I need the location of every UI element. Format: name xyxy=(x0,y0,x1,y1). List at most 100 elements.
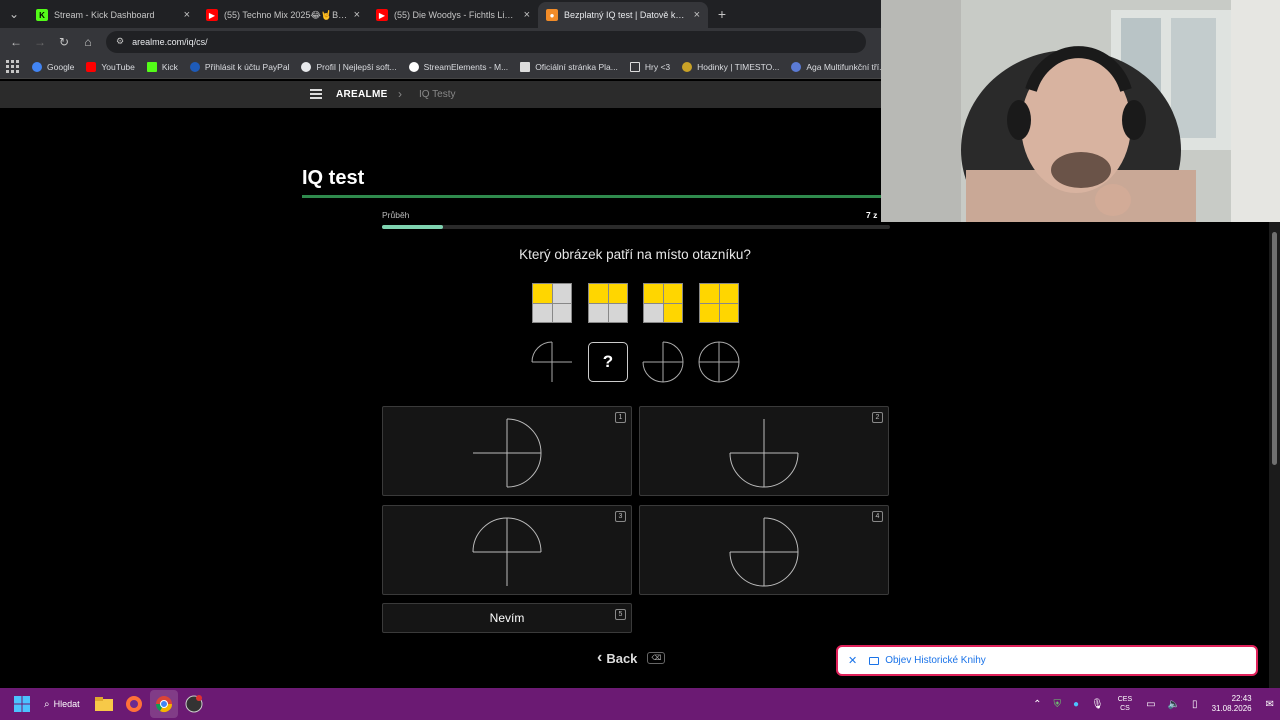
network-icon[interactable]: ▭ xyxy=(1146,699,1155,710)
tile-cell xyxy=(552,284,571,303)
bookmark-item[interactable]: Oficiální stránka Pla... xyxy=(520,61,618,72)
kick-icon xyxy=(146,61,157,72)
backspace-key-hint: ⌫ xyxy=(647,652,666,664)
windows-taskbar: ⌕ Hledat ⌃ ⛨ ● 🎙 CES CS ▭ 🔈 ▯ 22:43 31.0… xyxy=(0,688,1280,720)
hamburger-menu-icon[interactable] xyxy=(310,89,322,99)
bookmark-label: Hodinky | TIMESTO... xyxy=(697,61,780,72)
page-scrollbar[interactable] xyxy=(1269,222,1280,688)
search-label: Hledat xyxy=(53,699,80,709)
streamelements-icon xyxy=(408,61,419,72)
tile-cell xyxy=(608,284,627,303)
site-brand[interactable]: AREALME xyxy=(336,89,388,100)
reload-icon[interactable]: ↻ xyxy=(52,35,76,49)
bookmark-label: Profil | Nejlepší soft... xyxy=(316,61,397,72)
home-icon[interactable]: ⌂ xyxy=(76,35,100,49)
dont-know-label: Nevím xyxy=(489,611,525,625)
bookmark-item[interactable]: StreamElements - M... xyxy=(408,61,508,72)
notification-bell-icon[interactable]: ✉ xyxy=(1266,699,1274,710)
tab-search-chevron-icon[interactable]: ⌄ xyxy=(0,0,28,28)
bookmark-item[interactable]: YouTube xyxy=(86,61,135,72)
breadcrumb-iq-tests[interactable]: IQ Testy xyxy=(419,89,456,100)
cross-figure-1 xyxy=(531,341,572,382)
battery-icon[interactable]: ▯ xyxy=(1192,699,1198,710)
windows-start-icon[interactable] xyxy=(8,690,36,718)
google-icon xyxy=(32,61,42,72)
bookmark-item[interactable]: Přihlásit k účtu PayPal xyxy=(189,61,290,72)
question-text: Který obrázek patří na místo otazníku? xyxy=(519,247,751,262)
pattern-tile-3 xyxy=(643,283,683,323)
title-divider xyxy=(302,195,902,198)
clock[interactable]: 22:43 31.08.2026 xyxy=(1212,694,1252,714)
bookmark-label: YouTube xyxy=(101,61,135,72)
chevron-up-icon[interactable]: ⌃ xyxy=(1033,699,1041,710)
bookmark-item[interactable]: Hodinky | TIMESTO... xyxy=(682,61,780,72)
tile-cell xyxy=(719,284,738,303)
bookmark-item[interactable]: Aga Multifunkční tří... xyxy=(791,61,887,72)
notification-text[interactable]: Objev Historické Knihy xyxy=(885,655,986,666)
bookmark-label: Přihlásit k účtu PayPal xyxy=(204,61,290,72)
site-info-icon[interactable]: ⚙ xyxy=(116,36,124,47)
browser-tab[interactable]: ▶ (55) Techno Mix 2025😂🤘Best × xyxy=(198,2,368,28)
app-tray-icon[interactable]: ● xyxy=(1073,699,1079,710)
close-tab-icon[interactable]: × xyxy=(354,9,360,21)
tile-cell xyxy=(589,303,608,322)
url-text: arealme.com/iq/cs/ xyxy=(132,36,208,47)
aga-icon xyxy=(791,61,802,72)
bookmark-item[interactable]: Google xyxy=(32,61,74,72)
answer-option-2[interactable]: 2 xyxy=(639,406,889,496)
url-field[interactable]: ⚙ arealme.com/iq/cs/ xyxy=(106,30,866,53)
answer-option-3[interactable]: 3 xyxy=(382,505,632,595)
close-tab-icon[interactable]: × xyxy=(524,9,530,21)
browser-tab-active[interactable]: ● Bezplatný IQ test | Datově kalib × xyxy=(538,2,708,28)
back-label: Back xyxy=(606,650,638,666)
apps-grid-icon[interactable] xyxy=(6,59,20,74)
webcam-image xyxy=(881,0,1280,222)
scrollbar-thumb[interactable] xyxy=(1272,232,1277,465)
tile-cell xyxy=(552,303,571,322)
option-number: 5 xyxy=(615,609,626,620)
profile-icon xyxy=(301,61,312,72)
webcam-overlay xyxy=(881,0,1280,222)
language-indicator[interactable]: CES CS xyxy=(1118,695,1132,713)
firefox-icon[interactable] xyxy=(120,690,148,718)
answer-option-1[interactable]: 1 xyxy=(382,406,632,496)
security-icon[interactable]: ⛨ xyxy=(1053,699,1061,710)
file-explorer-icon[interactable] xyxy=(90,690,118,718)
tile-cell xyxy=(700,284,719,303)
bookmark-label: Aga Multifunkční tří... xyxy=(806,61,887,72)
close-icon[interactable]: ✕ xyxy=(848,654,857,667)
tile-cell xyxy=(700,303,719,322)
bookmark-item[interactable]: Profil | Nejlepší soft... xyxy=(301,61,397,72)
back-button[interactable]: ‹ Back ⌫ xyxy=(597,649,666,667)
browser-tab[interactable]: K Stream - Kick Dashboard × xyxy=(28,2,198,28)
option-number: 1 xyxy=(615,412,626,423)
answer-option-4[interactable]: 4 xyxy=(639,505,889,595)
question-mark-box: ? xyxy=(588,342,628,382)
pattern-tile-4 xyxy=(699,283,739,323)
lang-bottom: CS xyxy=(1120,705,1130,712)
progress-count: 7 z xyxy=(866,210,878,220)
close-tab-icon[interactable]: × xyxy=(694,9,700,21)
option-number: 4 xyxy=(872,511,883,522)
bookmark-label: Kick xyxy=(161,61,178,72)
notification-popup[interactable]: ✕ Objev Historické Knihy xyxy=(836,645,1258,676)
bookmark-item[interactable]: Kick xyxy=(146,61,178,72)
bookmark-item[interactable]: Hry <3 xyxy=(629,61,670,72)
pattern-tile-1 xyxy=(532,283,572,323)
new-tab-plus-icon[interactable]: + xyxy=(708,6,736,22)
dont-know-button[interactable]: Nevím 5 xyxy=(382,603,632,633)
back-arrow-icon[interactable]: ← xyxy=(4,35,28,49)
page-icon xyxy=(520,61,531,72)
volume-icon[interactable]: 🔈 xyxy=(1168,699,1180,710)
taskbar-search-button[interactable]: ⌕ Hledat xyxy=(44,699,80,710)
forward-arrow-icon[interactable]: → xyxy=(28,35,52,49)
paypal-icon xyxy=(189,61,200,72)
tab-title: (55) Techno Mix 2025😂🤘Best xyxy=(224,9,348,20)
browser-tab[interactable]: ▶ (55) Die Woodys - Fichtls Lied ( × xyxy=(368,2,538,28)
close-tab-icon[interactable]: × xyxy=(184,9,190,21)
book-icon xyxy=(869,656,880,665)
microphone-icon[interactable]: 🎙 xyxy=(1091,699,1104,710)
arealme-icon: ● xyxy=(546,9,558,21)
chrome-icon[interactable] xyxy=(149,690,178,718)
obs-icon[interactable] xyxy=(180,690,208,718)
